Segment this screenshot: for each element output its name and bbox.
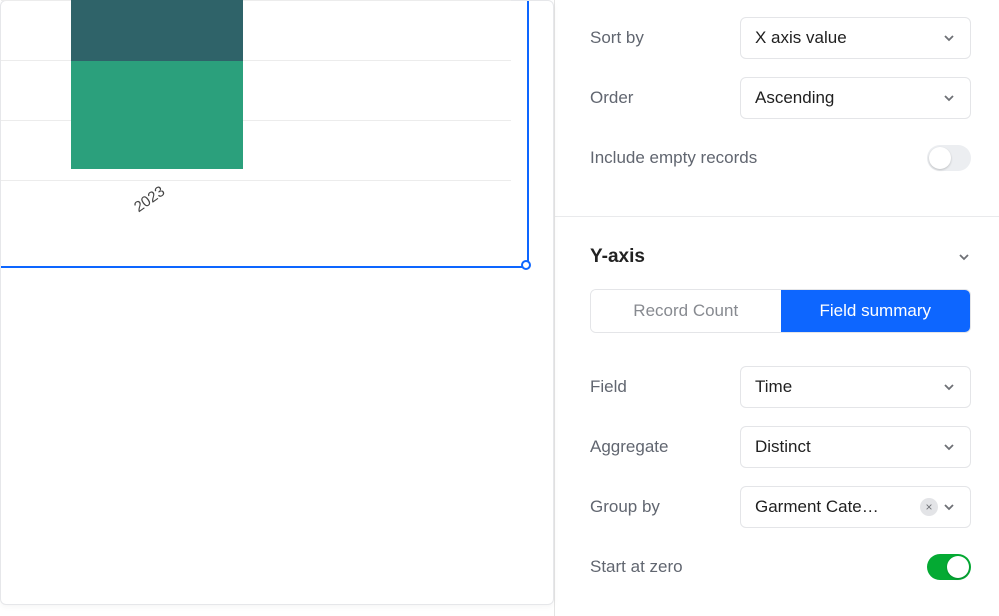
chevron-down-icon — [957, 250, 971, 264]
include-empty-row: Include empty records — [590, 128, 971, 188]
preview-card: 2023 — [0, 0, 554, 605]
aggregate-label: Aggregate — [590, 437, 740, 457]
bar-segment-a — [71, 0, 243, 61]
sort-by-select[interactable]: X axis value — [740, 17, 971, 59]
y-axis-section-header[interactable]: Y-axis — [590, 245, 971, 269]
chevron-down-icon — [942, 91, 956, 105]
sort-by-row: Sort by X axis value — [590, 8, 971, 68]
order-select[interactable]: Ascending — [740, 77, 971, 119]
sort-by-label: Sort by — [590, 28, 740, 48]
section-divider — [555, 216, 999, 217]
field-row: Field Time — [590, 357, 971, 417]
tab-field-summary[interactable]: Field summary — [781, 290, 971, 332]
start-at-zero-toggle[interactable] — [927, 554, 971, 580]
clear-group-by-icon[interactable]: × — [920, 498, 938, 516]
chevron-down-icon — [942, 380, 956, 394]
start-at-zero-row: Start at zero — [590, 537, 971, 597]
aggregate-value: Distinct — [755, 437, 811, 457]
toggle-knob — [929, 147, 951, 169]
include-empty-toggle[interactable] — [927, 145, 971, 171]
aggregate-select[interactable]: Distinct — [740, 426, 971, 468]
group-by-value: Garment Categ… — [755, 497, 885, 517]
bar-segment-b — [71, 61, 243, 169]
toggle-knob — [947, 556, 969, 578]
field-label: Field — [590, 377, 740, 397]
x-axis-tick-label: 2023 — [131, 183, 168, 216]
sort-by-value: X axis value — [755, 28, 847, 48]
order-row: Order Ascending — [590, 68, 971, 128]
start-at-zero-label: Start at zero — [590, 557, 683, 577]
group-by-select[interactable]: Garment Categ… × — [740, 486, 971, 528]
group-by-row: Group by Garment Categ… × — [590, 477, 971, 537]
chevron-down-icon — [942, 31, 956, 45]
field-select[interactable]: Time — [740, 366, 971, 408]
chevron-down-icon — [942, 500, 956, 514]
tab-record-count[interactable]: Record Count — [591, 290, 781, 332]
chevron-down-icon — [942, 440, 956, 454]
aggregate-row: Aggregate Distinct — [590, 417, 971, 477]
selected-chart-frame[interactable]: 2023 — [1, 1, 529, 268]
order-value: Ascending — [755, 88, 834, 108]
field-value: Time — [755, 377, 792, 397]
group-by-label: Group by — [590, 497, 740, 517]
chart-config-panel: Sort by X axis value Order Ascending Inc… — [554, 0, 999, 616]
y-axis-mode-tabs: Record Count Field summary — [590, 289, 971, 333]
stacked-bar-2023[interactable] — [71, 0, 301, 169]
order-label: Order — [590, 88, 740, 108]
include-empty-label: Include empty records — [590, 148, 757, 168]
resize-handle-icon[interactable] — [521, 260, 531, 270]
y-axis-title: Y-axis — [590, 246, 645, 268]
chart-preview-panel: 2023 — [0, 0, 554, 616]
